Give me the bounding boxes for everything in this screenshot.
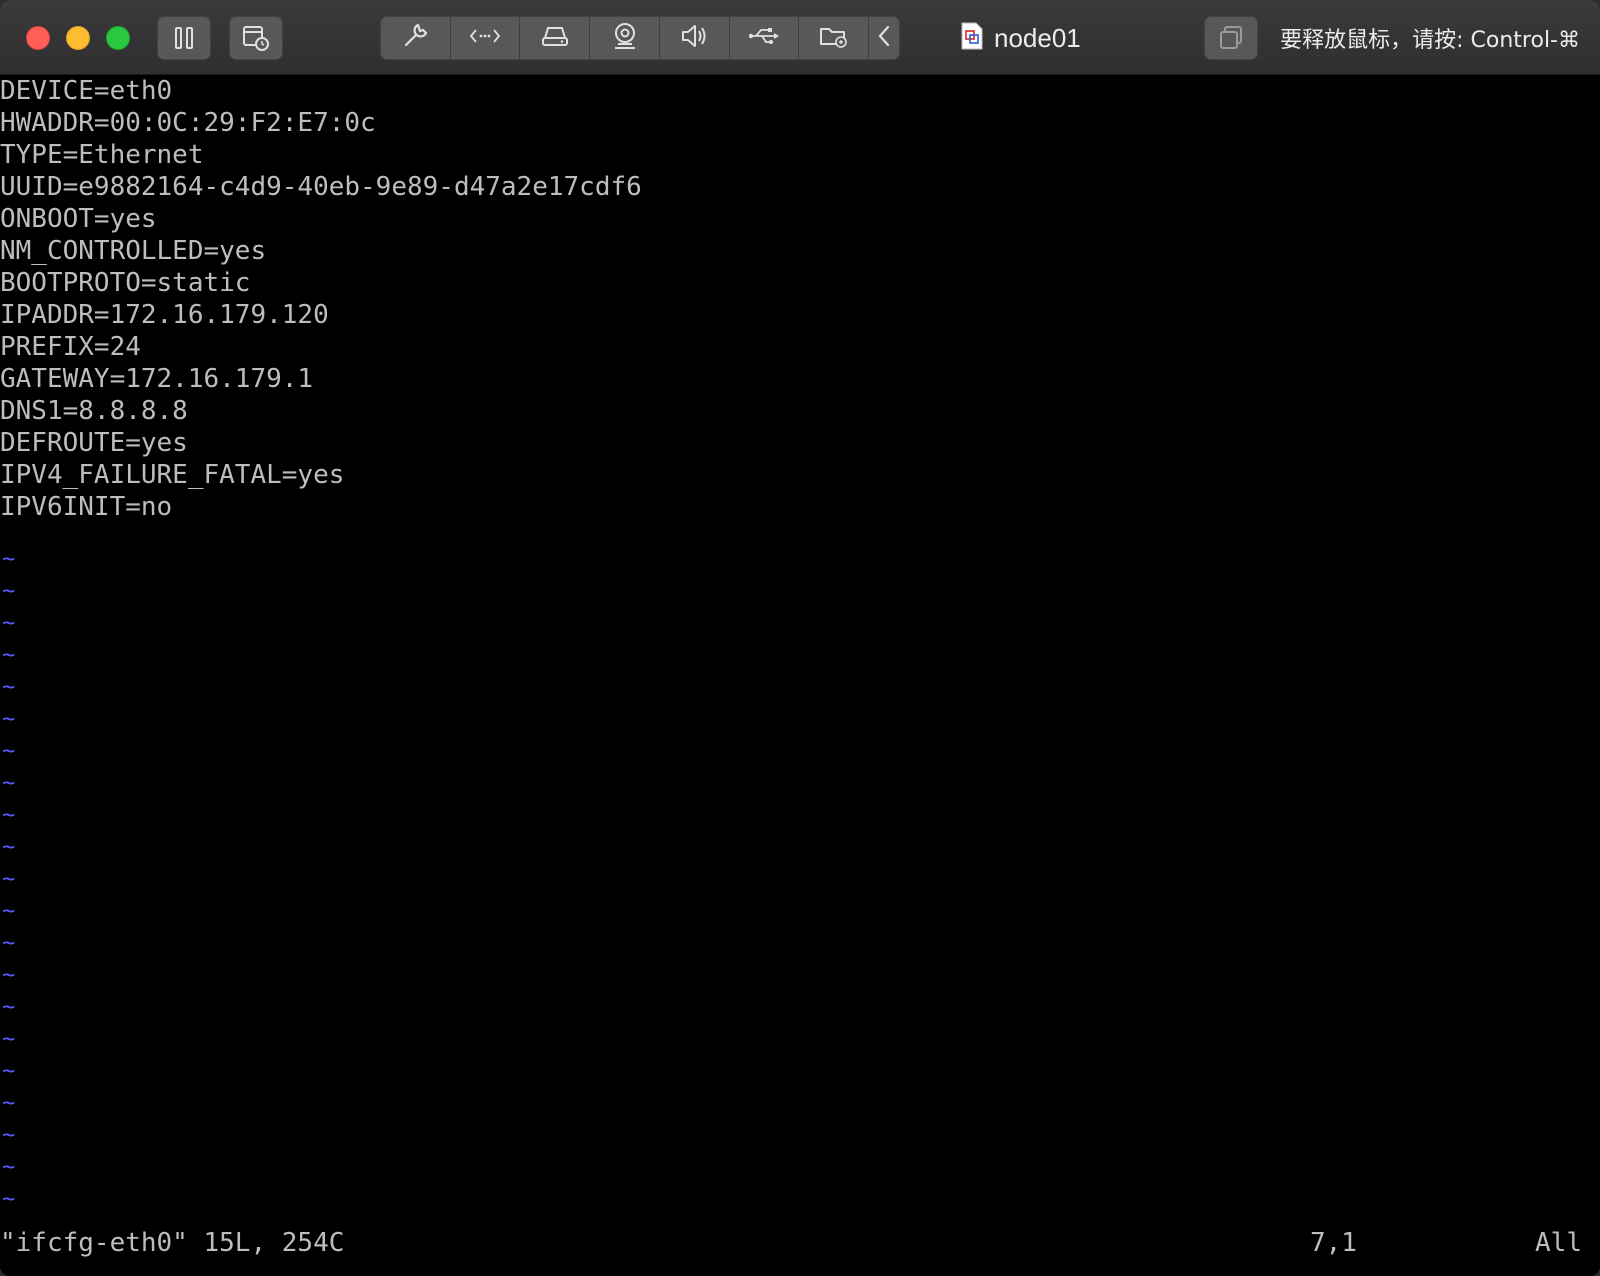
device-toolbar — [380, 16, 900, 60]
shared-folder-button[interactable] — [799, 17, 870, 59]
usb-button[interactable] — [730, 17, 800, 59]
webcam-icon — [610, 21, 640, 56]
file-line: HWADDR=00:0C:29:F2:E7:0c — [0, 108, 376, 138]
empty-line-marker: ~ — [2, 1091, 16, 1116]
usb-icon — [748, 26, 780, 51]
file-line: IPADDR=172.16.179.120 — [0, 300, 329, 330]
window-title-text: node01 — [994, 22, 1081, 53]
file-line: IPV6INIT=no — [0, 492, 173, 522]
hard-disk-button[interactable] — [520, 17, 591, 59]
empty-line-marker: ~ — [2, 707, 16, 732]
network-button[interactable] — [451, 17, 521, 59]
pause-button[interactable] — [157, 16, 211, 60]
file-line: TYPE=Ethernet — [0, 140, 204, 170]
status-file-info: "ifcfg-eth0" 15L, 254C — [0, 1228, 345, 1258]
empty-line-marker: ~ — [2, 739, 16, 764]
close-window-button[interactable] — [26, 26, 50, 50]
file-line: GATEWAY=172.16.179.1 — [0, 364, 314, 394]
file-line: PREFIX=24 — [0, 332, 141, 362]
file-line: UUID=e9882164-c4d9-40eb-9e89-d47a2e17cdf… — [0, 172, 642, 202]
vim-editor[interactable]: DEVICE=eth0 HWADDR=00:0C:29:F2:E7:0c TYP… — [0, 75, 1600, 1276]
empty-line-marker: ~ — [2, 771, 16, 796]
empty-line-marker: ~ — [2, 899, 16, 924]
chevron-left-icon — [877, 24, 891, 53]
file-line: BOOTPROTO=static — [0, 268, 251, 298]
empty-line-marker: ~ — [2, 675, 16, 700]
camera-button[interactable] — [590, 17, 660, 59]
status-cursor-position: 7,1 — [1310, 1228, 1357, 1258]
file-line: DEFROUTE=yes — [0, 428, 188, 458]
file-line: DEVICE=eth0 — [0, 76, 173, 106]
empty-line-marker: ~ — [2, 931, 16, 956]
zoom-window-button[interactable] — [106, 26, 130, 50]
empty-line-marker: ~ — [2, 1059, 16, 1084]
empty-line-marker: ~ — [2, 547, 16, 572]
window-title: node01 — [960, 20, 1081, 56]
file-line: DNS1=8.8.8.8 — [0, 396, 188, 426]
empty-line-marker: ~ — [2, 803, 16, 828]
empty-line-marker: ~ — [2, 611, 16, 636]
vm-document-icon — [960, 21, 984, 56]
snapshot-button[interactable] — [229, 16, 283, 60]
empty-line-marker: ~ — [2, 995, 16, 1020]
file-line: NM_CONTROLLED=yes — [0, 236, 267, 266]
empty-line-marker: ~ — [2, 579, 16, 604]
minimize-window-button[interactable] — [66, 26, 90, 50]
sound-button[interactable] — [660, 17, 730, 59]
wrench-icon — [400, 21, 430, 56]
empty-line-marker: ~ — [2, 1123, 16, 1148]
shared-folder-icon — [818, 23, 850, 54]
empty-line-marker: ~ — [2, 1027, 16, 1052]
empty-line-marker: ~ — [2, 1187, 16, 1212]
hard-disk-icon — [540, 24, 570, 53]
speaker-icon — [679, 22, 709, 55]
release-mouse-hint: 要释放鼠标，请按: Control-⌘ — [1280, 28, 1580, 53]
empty-line-marker: ~ — [2, 867, 16, 892]
title-bar: node01 要释放鼠标，请按: Control-⌘ — [0, 0, 1600, 75]
unity-button[interactable] — [1204, 16, 1258, 60]
collapse-toolbar-button[interactable] — [869, 17, 899, 59]
empty-line-marker: ~ — [2, 1155, 16, 1180]
empty-line-marker: ~ — [2, 835, 16, 860]
pause-icon — [173, 26, 195, 50]
settings-button[interactable] — [381, 17, 451, 59]
empty-line-marker: ~ — [2, 963, 16, 988]
network-arrows-icon — [468, 26, 502, 51]
unity-windows-icon — [1217, 24, 1245, 52]
vm-window: node01 要释放鼠标，请按: Control-⌘ DEVICE=eth0 H… — [0, 0, 1600, 1276]
status-scroll-position: All — [1535, 1228, 1582, 1258]
snapshot-icon — [241, 23, 271, 53]
empty-line-marker: ~ — [2, 643, 16, 668]
file-line: ONBOOT=yes — [0, 204, 157, 234]
file-line: IPV4_FAILURE_FATAL=yes — [0, 460, 345, 490]
